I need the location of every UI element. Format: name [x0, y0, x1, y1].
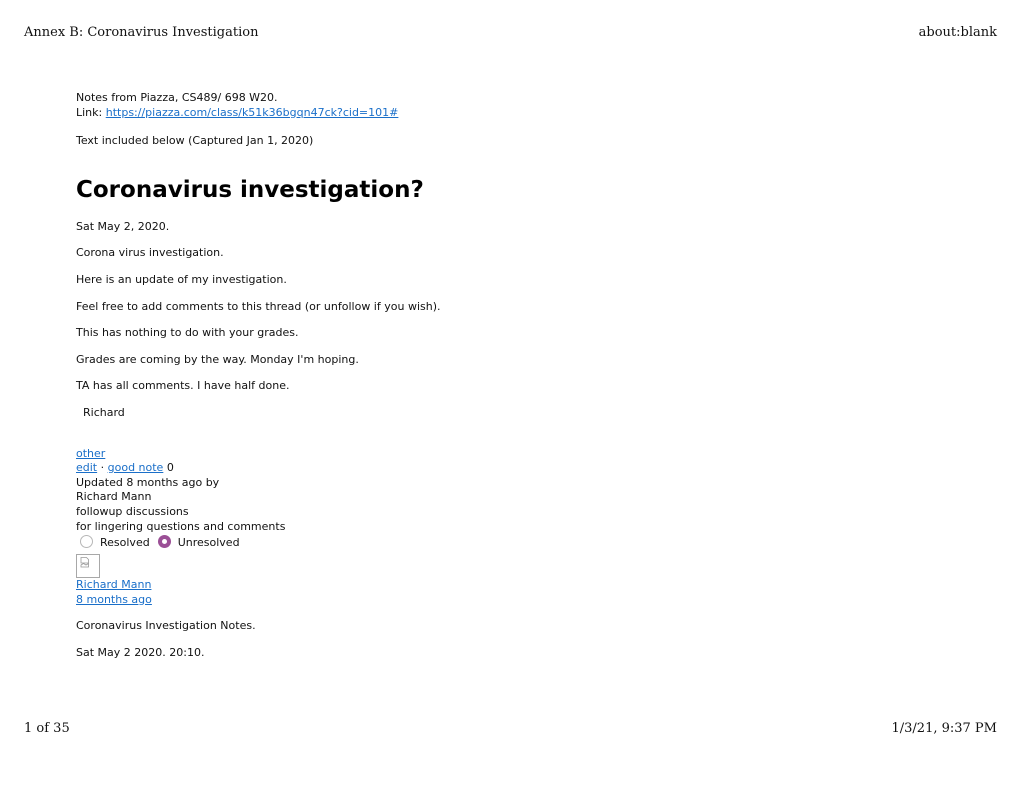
folder-link-other[interactable]: other — [76, 447, 105, 460]
followup-paragraph: Sat May 2 2020. 20:10. — [76, 645, 205, 659]
resolved-label: Resolved — [100, 535, 150, 549]
separator-dot: · — [97, 461, 108, 475]
post-signature: Richard — [83, 405, 125, 419]
piazza-link[interactable]: https://piazza.com/class/k51k36bgqn47ck?… — [106, 106, 399, 119]
broken-image-icon — [80, 557, 89, 568]
post-date: Sat May 2, 2020. — [76, 219, 170, 233]
followup-subheading: for lingering questions and comments — [76, 519, 286, 533]
post-paragraph: Corona virus investigation. — [76, 246, 224, 260]
link-label: Link: — [76, 105, 106, 119]
followup-author-link[interactable]: Richard Mann — [76, 578, 151, 591]
print-footer-datetime: 1/3/21, 9:37 PM — [891, 721, 998, 736]
followup-paragraph: Coronavirus Investigation Notes. — [76, 619, 256, 633]
post-paragraph: Feel free to add comments to this thread… — [76, 299, 441, 313]
resolved-radio[interactable] — [80, 534, 93, 548]
print-header-url: about:blank — [918, 25, 997, 40]
captured-line: Text included below (Captured Jan 1, 202… — [76, 134, 314, 148]
post-title: Coronavirus investigation? — [76, 176, 424, 203]
followup-time-link[interactable]: 8 months ago — [76, 593, 152, 606]
notes-source-line: Notes from Piazza, CS489/ 698 W20. — [76, 91, 278, 104]
post-paragraph: TA has all comments. I have half done. — [76, 379, 290, 393]
good-note-count: 0 — [163, 461, 174, 475]
updated-text: Updated 8 months ago by — [76, 475, 220, 489]
print-header-title: Annex B: Coronavirus Investigation — [24, 25, 259, 40]
post-meta: other edit · good note 0 Updated 8 month… — [76, 447, 976, 552]
link-line: Link: https://piazza.com/class/k51k36bgq… — [76, 106, 976, 121]
followup-heading: followup discussions — [76, 504, 189, 518]
print-footer-page: 1 of 35 — [24, 721, 70, 736]
updated-author: Richard Mann — [76, 490, 152, 504]
post-paragraph: Grades are coming by the way. Monday I'm… — [76, 352, 359, 366]
good-note-link[interactable]: good note — [108, 461, 164, 474]
avatar — [76, 554, 100, 579]
post-paragraph: Here is an update of my investigation. — [76, 272, 287, 286]
unresolved-radio[interactable] — [157, 534, 171, 548]
edit-link[interactable]: edit — [76, 461, 97, 474]
document-body: Notes from Piazza, CS489/ 698 W20. Link:… — [76, 91, 976, 660]
unresolved-label: Unresolved — [177, 535, 240, 549]
resolution-status: Resolved Unresolved — [76, 534, 976, 551]
post-paragraph: This has nothing to do with your grades. — [76, 326, 299, 340]
